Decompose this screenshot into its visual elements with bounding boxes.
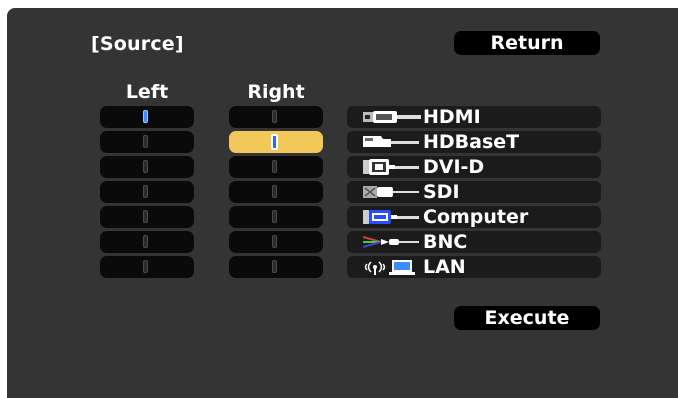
right-slot-bnc[interactable] — [229, 231, 323, 253]
source-label: HDBaseT — [423, 131, 520, 153]
selection-indicator-icon — [143, 110, 148, 123]
right-slot-computer[interactable] — [229, 206, 323, 228]
right-column-header: Right — [247, 81, 305, 103]
source-label: BNC — [423, 231, 468, 253]
execute-button[interactable]: Execute — [454, 306, 600, 330]
left-slot-lan[interactable] — [100, 256, 194, 278]
hdbaset-icon — [363, 136, 419, 147]
source-label: Computer — [423, 206, 529, 228]
source-label: LAN — [423, 256, 466, 278]
right-slot-dvi-d[interactable] — [229, 156, 323, 178]
source-label: DVI-D — [423, 156, 485, 178]
selection-indicator-icon — [272, 185, 277, 198]
selection-indicator-icon — [272, 210, 277, 223]
selection-indicator-icon — [143, 210, 148, 223]
left-slot-computer[interactable] — [100, 206, 194, 228]
selection-indicator-icon — [272, 110, 277, 123]
page-title: [Source] — [91, 33, 184, 55]
dvi-d-icon — [363, 159, 419, 175]
selection-indicator-icon — [143, 185, 148, 198]
right-slot-hdmi[interactable] — [229, 106, 323, 128]
right-slot-sdi[interactable] — [229, 181, 323, 203]
left-slot-bnc[interactable] — [100, 231, 194, 253]
source-row-sdi: SDI — [347, 181, 601, 203]
left-slot-dvi-d[interactable] — [100, 156, 194, 178]
source-row-hdbaset: HDBaseT — [347, 131, 601, 153]
right-slot-hdbaset[interactable] — [229, 131, 323, 153]
source-label: SDI — [423, 181, 460, 203]
selection-indicator-icon — [143, 235, 148, 248]
right-slot-lan[interactable] — [229, 256, 323, 278]
selection-indicator-icon — [143, 135, 148, 148]
source-settings-screen: [Source] Return Left Right HDMI HDBaseT — [7, 8, 678, 398]
source-row-hdmi: HDMI — [347, 106, 601, 128]
selection-indicator-icon — [272, 260, 277, 273]
left-slot-hdbaset[interactable] — [100, 131, 194, 153]
computer-icon — [363, 210, 419, 224]
selection-indicator-icon — [143, 260, 148, 273]
source-label: HDMI — [423, 106, 481, 128]
selection-indicator-icon — [271, 134, 278, 150]
source-row-dvi-d: DVI-D — [347, 156, 601, 178]
selection-indicator-icon — [272, 235, 277, 248]
return-button[interactable]: Return — [454, 31, 600, 55]
source-row-bnc: BNC — [347, 231, 601, 253]
left-slot-sdi[interactable] — [100, 181, 194, 203]
selection-indicator-icon — [143, 160, 148, 173]
source-row-computer: Computer — [347, 206, 601, 228]
selection-indicator-icon — [272, 160, 277, 173]
hdmi-icon — [363, 111, 421, 123]
left-slot-hdmi[interactable] — [100, 106, 194, 128]
bnc-icon — [362, 236, 419, 248]
lan-icon — [364, 260, 415, 275]
left-column-header: Left — [125, 81, 169, 103]
sdi-icon — [363, 186, 419, 198]
source-row-lan: LAN — [347, 256, 601, 278]
